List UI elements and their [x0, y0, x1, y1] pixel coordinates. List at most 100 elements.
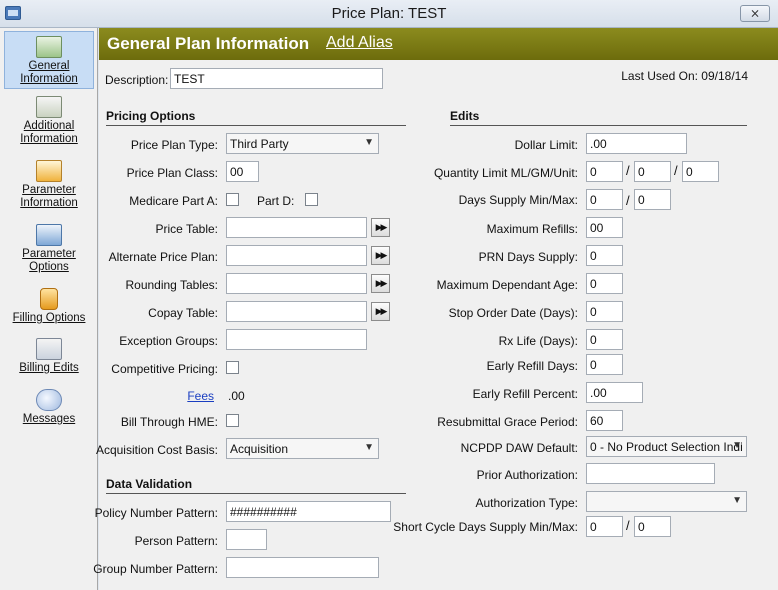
copay-table-label: Copay Table:	[148, 306, 218, 320]
maximum-dependant-age-label: Maximum Dependant Age:	[436, 278, 578, 292]
short-cycle-max-input[interactable]: 0	[634, 516, 671, 537]
price-table-input[interactable]	[226, 217, 367, 238]
early-refill-percent-input[interactable]: .00	[586, 382, 643, 403]
filling-options-icon	[40, 288, 58, 310]
chevron-down-icon: ▼	[364, 137, 374, 148]
bill-through-hme-label: Bill Through HME:	[120, 415, 218, 429]
group-number-pattern-label: Group Number Pattern:	[93, 562, 218, 576]
chevron-down-icon: ▼	[364, 442, 374, 453]
copay-table-input[interactable]	[226, 301, 367, 322]
sidebar-item-filling-options[interactable]: Filling Options	[4, 288, 94, 328]
days-supply-label: Days Supply Min/Max:	[458, 193, 578, 207]
fees-link[interactable]: Fees	[187, 389, 214, 403]
days-supply-max-input[interactable]: 0	[634, 189, 671, 210]
sidebar-item-parameter-information[interactable]: Parameter Information	[4, 160, 94, 212]
group-number-pattern-input[interactable]	[226, 557, 379, 578]
short-cycle-min-input[interactable]: 0	[586, 516, 623, 537]
sidebar-item-additional-information[interactable]: Additional Information	[4, 96, 94, 148]
alternate-price-plan-label: Alternate Price Plan:	[108, 250, 218, 264]
dollar-limit-input[interactable]: .00	[586, 133, 687, 154]
maximum-refills-label: Maximum Refills:	[486, 222, 578, 236]
part-d-label: Part D:	[257, 194, 295, 208]
rx-life-label: Rx Life (Days):	[498, 334, 578, 348]
fees-value: .00	[228, 389, 245, 403]
alternate-price-plan-lookup-button[interactable]: ▶▶	[371, 246, 390, 265]
page-title: General Plan Information	[107, 34, 310, 53]
validation-divider	[106, 493, 406, 494]
person-pattern-label: Person Pattern:	[134, 534, 218, 548]
competitive-pricing-checkbox[interactable]	[226, 361, 239, 374]
header-banner: General Plan Information Add Alias	[99, 28, 778, 60]
days-supply-min-input[interactable]: 0	[586, 189, 623, 210]
ncpdp-daw-default-label: NCPDP DAW Default:	[460, 441, 578, 455]
parameter-information-icon	[36, 160, 62, 182]
prn-days-supply-label: PRN Days Supply:	[478, 250, 578, 264]
prn-days-supply-input[interactable]: 0	[586, 245, 623, 266]
acquisition-cost-basis-select[interactable]: Acquisition ▼	[226, 438, 379, 459]
edits-heading: Edits	[450, 109, 480, 123]
dollar-limit-label: Dollar Limit:	[514, 138, 578, 152]
policy-number-pattern-input[interactable]: ##########	[226, 501, 391, 522]
chevron-down-icon: ▼	[732, 440, 742, 451]
price-plan-class-label: Price Plan Class:	[126, 166, 218, 180]
person-pattern-input[interactable]	[226, 529, 267, 550]
price-table-label: Price Table:	[155, 222, 218, 236]
early-refill-days-label: Early Refill Days:	[486, 359, 578, 373]
data-validation-heading: Data Validation	[106, 477, 193, 491]
maximum-refills-input[interactable]: 00	[586, 217, 623, 238]
messages-icon	[36, 389, 62, 411]
copay-table-lookup-button[interactable]: ▶▶	[371, 302, 390, 321]
parameter-options-icon	[36, 224, 62, 246]
price-plan-type-label: Price Plan Type:	[130, 138, 218, 152]
pricing-divider	[106, 125, 406, 126]
quantity-limit-gm-input[interactable]: 0	[634, 161, 671, 182]
bill-through-hme-checkbox[interactable]	[226, 414, 239, 427]
exception-groups-label: Exception Groups:	[119, 334, 218, 348]
sidebar-item-billing-edits[interactable]: Billing Edits	[4, 338, 94, 378]
billing-edits-icon	[36, 338, 62, 360]
chevron-down-icon: ▼	[732, 495, 742, 506]
competitive-pricing-label: Competitive Pricing:	[111, 362, 218, 376]
description-label: Description:	[105, 73, 169, 87]
sidebar: General Information Additional Informati…	[0, 28, 98, 590]
maximum-dependant-age-input[interactable]: 0	[586, 273, 623, 294]
quantity-limit-unit-input[interactable]: 0	[682, 161, 719, 182]
price-plan-class-input[interactable]: 00	[226, 161, 259, 182]
add-alias-link[interactable]: Add Alias	[326, 34, 393, 52]
authorization-type-label: Authorization Type:	[475, 496, 578, 510]
resubmittal-grace-period-input[interactable]: 60	[586, 410, 623, 431]
price-plan-type-select[interactable]: Third Party ▼	[226, 133, 379, 154]
medicare-part-a-checkbox[interactable]	[226, 193, 239, 206]
title-bar: Price Plan: TEST ⨯	[0, 0, 778, 28]
last-used-text: Last Used On: 09/18/14	[621, 69, 748, 83]
policy-number-pattern-label: Policy Number Pattern:	[94, 506, 218, 520]
description-input[interactable]: TEST	[170, 68, 383, 89]
stop-order-date-input[interactable]: 0	[586, 301, 623, 322]
quantity-limit-ml-input[interactable]: 0	[586, 161, 623, 182]
early-refill-days-input[interactable]: 0	[586, 354, 623, 375]
sidebar-item-general-information[interactable]: General Information	[4, 31, 94, 89]
exception-groups-input[interactable]	[226, 329, 367, 350]
quantity-limit-label: Quantity Limit ML/GM/Unit:	[433, 166, 578, 180]
medicare-part-a-label: Medicare Part A:	[129, 194, 218, 208]
short-cycle-days-supply-label: Short Cycle Days Supply Min/Max:	[393, 520, 578, 534]
general-information-icon	[36, 36, 62, 58]
authorization-type-select[interactable]: ▼	[586, 491, 747, 512]
main-panel: General Plan Information Add Alias Descr…	[93, 28, 778, 590]
prior-authorization-input[interactable]	[586, 463, 715, 484]
price-table-lookup-button[interactable]: ▶▶	[371, 218, 390, 237]
close-button[interactable]: ⨯	[740, 5, 770, 22]
additional-information-icon	[36, 96, 62, 118]
pricing-options-heading: Pricing Options	[106, 109, 196, 123]
alternate-price-plan-input[interactable]	[226, 245, 367, 266]
sidebar-item-parameter-options[interactable]: Parameter Options	[4, 224, 94, 276]
rx-life-input[interactable]: 0	[586, 329, 623, 350]
ncpdp-daw-default-select[interactable]: 0 - No Product Selection Indi ▼	[586, 436, 747, 457]
sidebar-item-messages[interactable]: Messages	[4, 389, 94, 429]
rounding-tables-lookup-button[interactable]: ▶▶	[371, 274, 390, 293]
edits-divider	[450, 125, 747, 126]
rounding-tables-input[interactable]	[226, 273, 367, 294]
part-d-checkbox[interactable]	[305, 193, 318, 206]
rounding-tables-label: Rounding Tables:	[125, 278, 218, 292]
stop-order-date-label: Stop Order Date (Days):	[448, 306, 578, 320]
